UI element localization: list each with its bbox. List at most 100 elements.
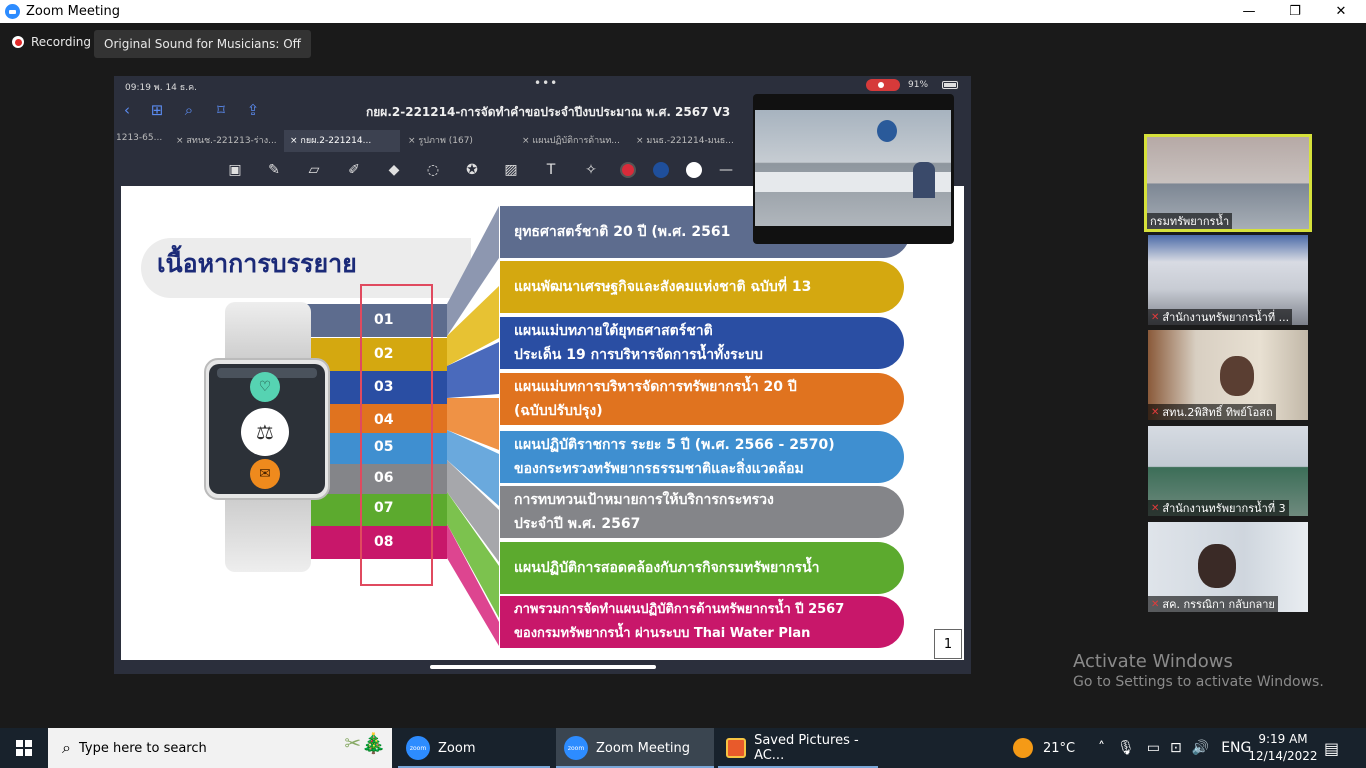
- pen-icon[interactable]: ✎: [264, 160, 284, 180]
- search-icon[interactable]: ⌕: [180, 101, 198, 119]
- network-icon[interactable]: ⊡: [1170, 740, 1182, 756]
- mic-muted-icon: ✕: [1151, 598, 1160, 610]
- shapes-icon[interactable]: ◆: [384, 160, 404, 180]
- participant-tile[interactable]: ✕ สทน.2พิสิทธิ์ ทิพย์โอสถ: [1148, 330, 1308, 420]
- share-icon[interactable]: ⇪: [244, 101, 262, 119]
- watch-strap-top: [225, 302, 311, 362]
- language-indicator[interactable]: ENG: [1221, 740, 1251, 756]
- color-blue-swatch[interactable]: [653, 162, 669, 178]
- lasso-icon[interactable]: ◌: [423, 160, 443, 180]
- watermark-line1: Activate Windows: [1073, 651, 1233, 672]
- activate-windows-watermark: Activate Windows Go to Settings to activ…: [1073, 651, 1324, 690]
- ribbon-item-07: แผนปฏิบัติการสอดคล้องกับภารกิจกรมทรัพยาก…: [500, 542, 904, 594]
- window-title: Zoom Meeting: [26, 4, 121, 19]
- battery-percent: 91%: [908, 80, 929, 90]
- microphone-icon[interactable]: 🎙: [1117, 740, 1135, 756]
- participant-face: [1198, 544, 1236, 588]
- back-icon[interactable]: ‹: [118, 101, 136, 119]
- presenter-video-thumbnail[interactable]: [753, 94, 954, 244]
- chevron-up-icon[interactable]: ˄: [1098, 740, 1105, 756]
- watermark-line2: Go to Settings to activate Windows.: [1073, 674, 1324, 690]
- search-placeholder: Type here to search: [78, 740, 207, 756]
- image-icon[interactable]: ▨: [501, 160, 521, 180]
- weather-widget[interactable]: 21°C: [1013, 728, 1075, 768]
- eraser-icon[interactable]: ▱: [304, 160, 324, 180]
- participant-name: ✕ สค. กรรณิกา กลับกลาย: [1148, 596, 1278, 612]
- ribbon-text: แผนปฏิบัติราชการ ระยะ 5 ปี (พ.ศ. 2566 - …: [514, 437, 835, 477]
- text-icon[interactable]: T: [541, 160, 561, 180]
- ribbon-item-05: แผนปฏิบัติราชการ ระยะ 5 ปี (พ.ศ. 2566 - …: [500, 431, 904, 483]
- zoom-app-icon: zoom: [564, 736, 588, 760]
- temperature: 21°C: [1043, 740, 1076, 756]
- participant-tile-active[interactable]: กรมทรัพยากรน้ำ: [1144, 134, 1312, 232]
- doc-tab[interactable]: × มนธ.-221214-มนธ...: [636, 133, 734, 147]
- ribbon-text: แผนพัฒนาเศรษฐกิจและสังคมแห่งชาติ ฉบับที่…: [514, 279, 812, 295]
- taskbar-app-zoom[interactable]: zoom Zoom: [398, 728, 550, 768]
- taskbar-search-box[interactable]: ⌕ Type here to search ✂🎄: [48, 728, 392, 768]
- participant-tile[interactable]: ✕ สำนักงานทรัพยากรน้ำที่ 3: [1148, 426, 1308, 516]
- meeting-top-bar: Recording Original Sound for Musicians: …: [0, 23, 1366, 65]
- ribbon-text: การทบทวนเป้าหมายการให้บริการกระทรวง ประจ…: [514, 492, 774, 532]
- search-icon: ⌕: [62, 738, 71, 757]
- doc-tab[interactable]: × รูปภาพ (167): [408, 133, 473, 147]
- zoom-app-icon: zoom: [406, 736, 430, 760]
- slide-title: เนื้อหาการบรรยาย: [157, 249, 357, 278]
- battery-icon: [942, 81, 958, 89]
- close-button[interactable]: ✕: [1318, 0, 1364, 23]
- doc-tab-active[interactable]: × กยผ.2-221214...: [290, 133, 371, 147]
- ribbon-item-08: ภาพรวมการจัดทำแผนปฏิบัติการด้านทรัพยากรน…: [500, 596, 904, 648]
- ribbon-text: แผนแม่บทภายใต้ยุทธศาสตร์ชาติ ประเด็น 19 …: [514, 323, 763, 363]
- windows-icon: [16, 740, 32, 756]
- camera-icon[interactable]: ▭: [1147, 740, 1160, 756]
- clock-date: 12/14/2022: [1248, 749, 1318, 763]
- participant-tile[interactable]: ✕ สำนักงานทรัพยากรน้ำที่ ...: [1148, 235, 1308, 325]
- emblem-icon: [877, 120, 897, 142]
- bookmark-icon[interactable]: ⌑: [212, 101, 230, 119]
- sticker-icon[interactable]: ✪: [462, 160, 482, 180]
- taskbar-clock[interactable]: 9:19 AM 12/14/2022: [1248, 731, 1318, 765]
- doc-tab[interactable]: 1213-65...: [116, 133, 162, 143]
- multitask-dots: •••: [534, 76, 559, 90]
- participant-name: ✕ สำนักงานทรัพยากรน้ำที่ ...: [1148, 309, 1293, 325]
- document-title[interactable]: กยผ.2-221214-การจัดทำคำขอประจำปีงบประมาณ…: [366, 103, 730, 122]
- number-highlight-box: [360, 284, 433, 586]
- notification-icon[interactable]: ▤: [1324, 728, 1339, 768]
- video-scene: [755, 110, 951, 226]
- taskbar-app-label: Saved Pictures - AC...: [754, 733, 859, 763]
- participant-name: ✕ สทน.2พิสิทธิ์ ทิพย์โอสถ: [1148, 404, 1276, 420]
- screen-record-icon: [866, 79, 900, 91]
- windows-taskbar: ⌕ Type here to search ✂🎄 zoom Zoom zoom …: [0, 728, 1366, 768]
- slide-page-number: 1: [934, 629, 962, 659]
- search-highlight-icon: ✂🎄: [344, 731, 386, 755]
- original-sound-button[interactable]: Original Sound for Musicians: Off: [94, 30, 311, 58]
- doc-tab[interactable]: × สทนช.-221213-ร่าง...: [176, 133, 277, 147]
- heart-icon: ♡: [250, 372, 280, 402]
- participant-tile[interactable]: ✕ สค. กรรณิกา กลับกลาย: [1148, 522, 1308, 612]
- taskbar-app-saved-pictures[interactable]: Saved Pictures - AC...: [718, 728, 878, 768]
- taskbar-app-label: Zoom Meeting: [596, 740, 691, 756]
- start-button[interactable]: [0, 728, 48, 768]
- grid-icon[interactable]: ⊞: [148, 101, 166, 119]
- volume-icon[interactable]: 🔊: [1192, 740, 1209, 756]
- mic-muted-icon: ✕: [1151, 502, 1160, 514]
- laser-icon[interactable]: ✧: [581, 160, 601, 180]
- highlighter-icon[interactable]: ✐: [344, 160, 364, 180]
- record-icon: [12, 36, 24, 48]
- minimize-button[interactable]: —: [1226, 0, 1272, 23]
- ribbon-text: แผนปฏิบัติการสอดคล้องกับภารกิจกรมทรัพยาก…: [514, 560, 820, 576]
- recording-indicator[interactable]: Recording: [12, 35, 91, 49]
- participant-name: ✕ สำนักงานทรัพยากรน้ำที่ 3: [1148, 500, 1289, 516]
- ribbon-text: แผนแม่บทการบริหารจัดการทรัพยากรน้ำ 20 ปี…: [514, 379, 797, 419]
- window-titlebar: Zoom Meeting — ❐ ✕: [0, 0, 1366, 23]
- maximize-button[interactable]: ❐: [1272, 0, 1318, 23]
- scale-icon: ⚖: [241, 408, 289, 456]
- taskbar-app-zoom-meeting[interactable]: zoom Zoom Meeting: [556, 728, 714, 768]
- watch-strap-bottom: [225, 496, 311, 572]
- sun-icon: [1013, 738, 1033, 758]
- line-width-icon[interactable]: —: [716, 160, 736, 180]
- system-tray: ˄ 🎙 ▭ ⊡ 🔊 ENG: [1098, 728, 1251, 768]
- lasso-image-icon[interactable]: ▣: [225, 160, 245, 180]
- color-white-swatch[interactable]: [686, 162, 702, 178]
- color-red-swatch[interactable]: [620, 162, 636, 178]
- doc-tab[interactable]: × แผนปฏิบัติการด้านท...: [522, 133, 620, 147]
